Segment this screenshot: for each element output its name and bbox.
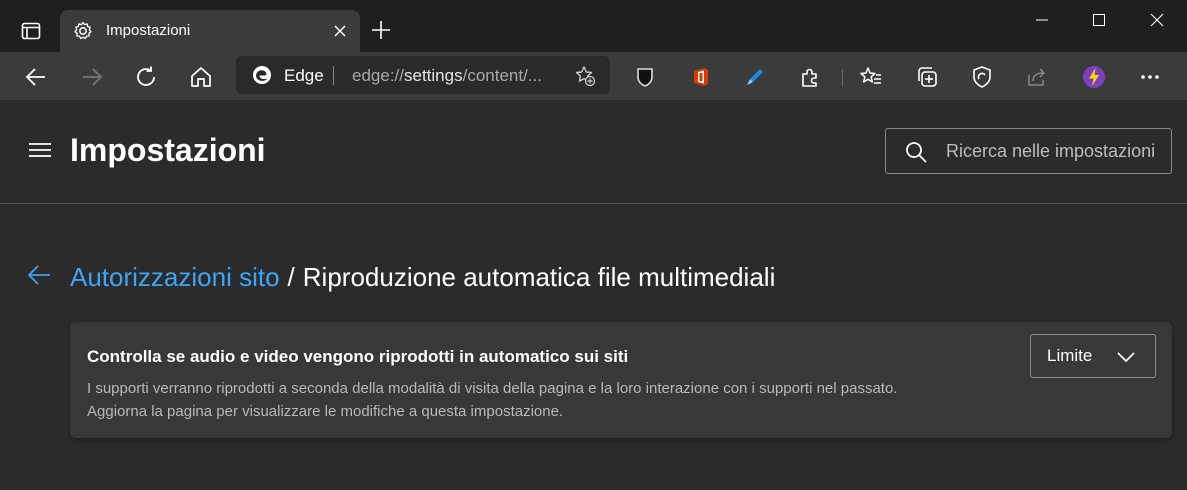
toolbar-divider bbox=[842, 69, 843, 87]
maximize-icon[interactable] bbox=[1069, 0, 1129, 40]
autoplay-dropdown[interactable]: Limite bbox=[1030, 334, 1156, 378]
autoplay-setting-card: Controlla se audio e video vengono ripro… bbox=[70, 322, 1172, 438]
extension-pen-icon[interactable] bbox=[742, 64, 768, 90]
more-icon[interactable] bbox=[1137, 64, 1163, 90]
settings-header: Impostazioni bbox=[0, 100, 1187, 204]
breadcrumb: Autorizzazioni sito / Riproduzione automat… bbox=[70, 262, 775, 293]
new-tab-icon[interactable] bbox=[370, 19, 392, 41]
minimize-icon[interactable] bbox=[1012, 0, 1072, 40]
share-icon[interactable] bbox=[1024, 64, 1050, 90]
add-favorite-icon[interactable] bbox=[574, 65, 596, 87]
setting-description-line: I supporti verranno riprodotti a seconda… bbox=[87, 380, 898, 397]
toolbar: Edge edge://settings/content/... bbox=[0, 52, 1187, 100]
title-bar: Impostazioni bbox=[0, 0, 1187, 52]
search-input[interactable] bbox=[946, 137, 1170, 165]
extension-shield-icon[interactable] bbox=[632, 64, 658, 90]
tab-title: Impostazioni bbox=[106, 22, 191, 39]
address-bar[interactable]: Edge edge://settings/content/... bbox=[236, 56, 610, 94]
profile-icon[interactable] bbox=[1081, 64, 1107, 90]
address-url[interactable]: edge://settings/content/... bbox=[352, 66, 542, 86]
breadcrumb-parent-link[interactable]: Autorizzazioni sito bbox=[70, 262, 280, 292]
collections-icon[interactable] bbox=[914, 64, 940, 90]
breadcrumb-separator: / bbox=[287, 262, 295, 292]
gear-icon bbox=[72, 20, 94, 42]
tab-close-icon[interactable] bbox=[330, 21, 350, 41]
tab-settings[interactable]: Impostazioni bbox=[60, 10, 360, 52]
address-separator bbox=[333, 66, 334, 85]
browser-essentials-icon[interactable] bbox=[969, 64, 995, 90]
setting-description: I supporti verranno riprodotti a seconda… bbox=[87, 377, 1017, 423]
back-arrow-icon[interactable] bbox=[26, 262, 52, 288]
back-icon[interactable] bbox=[23, 64, 49, 90]
refresh-icon[interactable] bbox=[133, 64, 159, 90]
search-box[interactable] bbox=[885, 128, 1172, 174]
setting-title: Controlla se audio e video vengono ripro… bbox=[87, 347, 629, 366]
home-icon[interactable] bbox=[188, 64, 214, 90]
address-site-label: Edge bbox=[284, 66, 324, 85]
office-icon[interactable] bbox=[688, 64, 714, 90]
edge-logo-icon bbox=[252, 65, 272, 85]
search-icon bbox=[904, 140, 928, 164]
breadcrumb-current: Riproduzione automatica file multimedial… bbox=[302, 262, 776, 292]
page-title: Impostazioni bbox=[70, 132, 266, 168]
extensions-icon[interactable] bbox=[797, 64, 823, 90]
dropdown-value: Limite bbox=[1047, 346, 1093, 365]
close-icon[interactable] bbox=[1127, 0, 1187, 40]
forward-icon[interactable] bbox=[79, 64, 105, 90]
hamburger-menu-icon[interactable] bbox=[28, 140, 52, 160]
tab-actions-icon[interactable] bbox=[14, 16, 48, 46]
setting-description-line: Aggiorna la pagina per visualizzare le m… bbox=[87, 403, 564, 420]
chevron-down-icon bbox=[1115, 349, 1137, 365]
favorites-icon[interactable] bbox=[858, 64, 884, 90]
